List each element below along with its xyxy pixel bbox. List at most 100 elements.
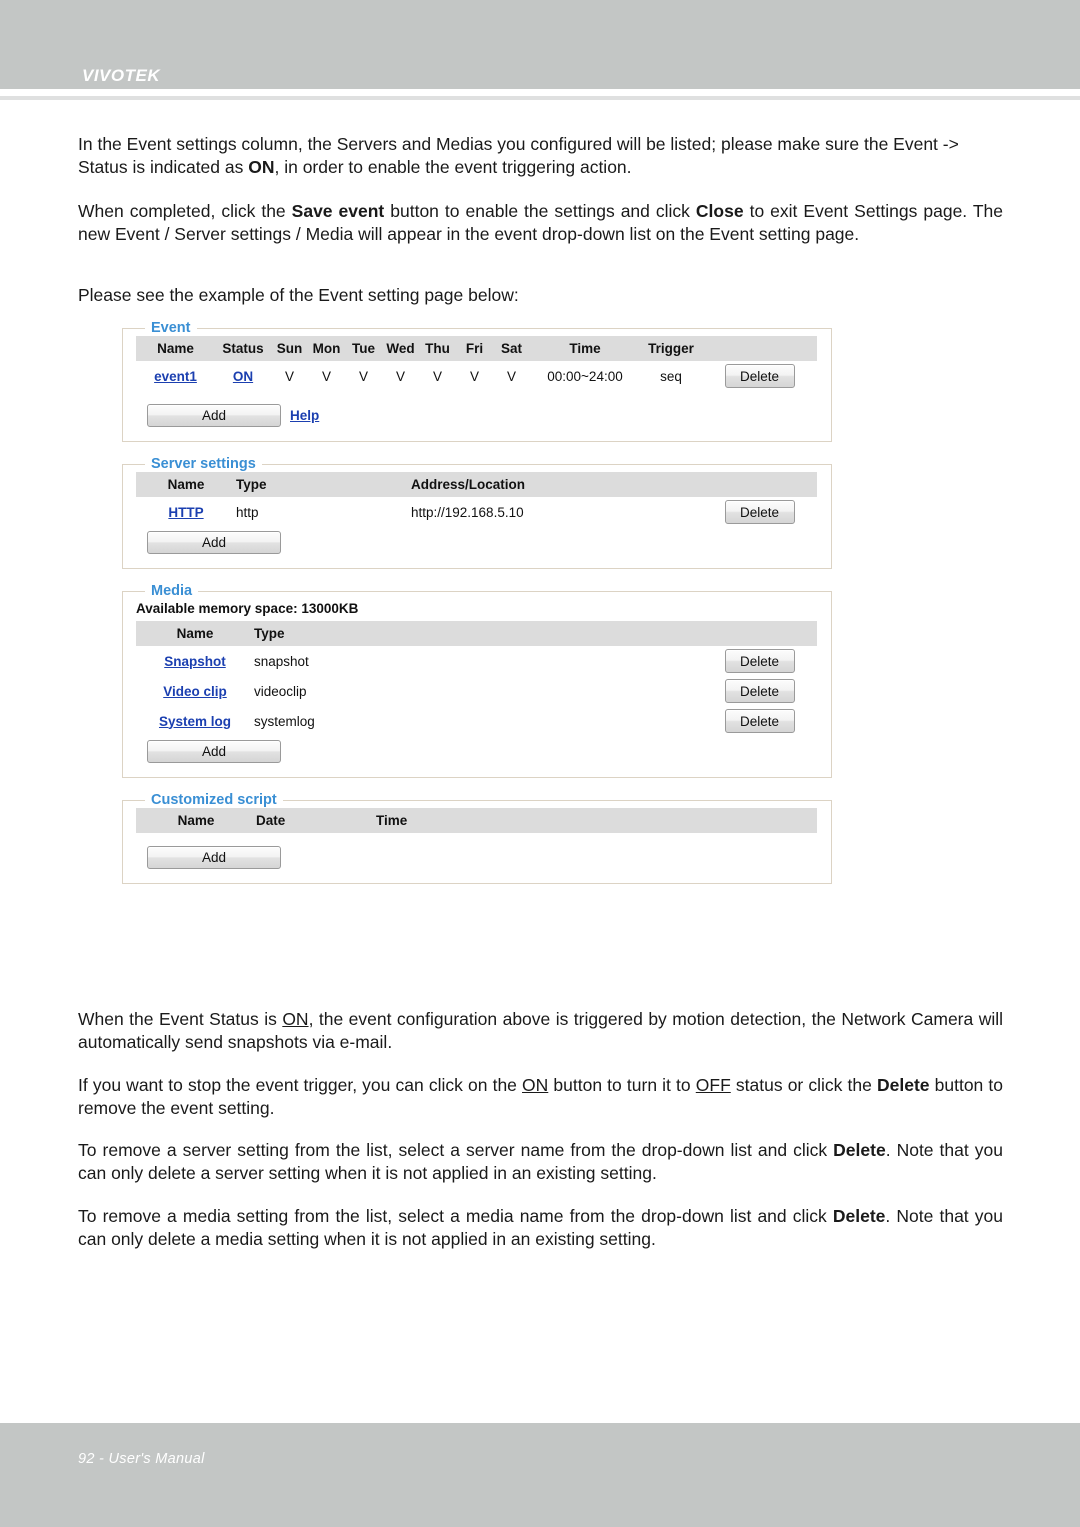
table-row: HTTP http http://192.168.5.10 Delete [136, 497, 817, 527]
event-col-mon: Mon [308, 336, 345, 361]
para5-delete-emphasis: Delete [876, 1075, 930, 1095]
event-col-fri: Fri [456, 336, 493, 361]
para2-text-b: button to enable the settings and click [384, 201, 696, 221]
paragraph-event-status-on: When the Event Status is ON, the event c… [78, 1008, 1003, 1053]
media-name-link-snapshot[interactable]: Snapshot [164, 654, 226, 669]
brand-logo: VIVOTEK [82, 66, 161, 85]
event-col-name: Name [136, 336, 215, 361]
media-delete-button-system-log[interactable]: Delete [724, 709, 795, 733]
para5-text-b: button to turn it to [548, 1075, 696, 1095]
media-type-value-system-log: systemlog [254, 713, 315, 729]
event-wed-value: V [395, 368, 405, 384]
event-status-toggle-link[interactable]: ON [233, 369, 253, 384]
page-header-band: VIVOTEK [0, 0, 1080, 89]
server-name-link[interactable]: HTTP [168, 505, 203, 520]
customized-script-table: Name Date Time [136, 808, 817, 833]
server-col-type: Type [236, 472, 411, 497]
para6-delete-emphasis: Delete [833, 1140, 886, 1160]
customized-script-panel-legend: Customized script [151, 792, 277, 808]
script-col-name: Name [136, 808, 256, 833]
server-col-address: Address/Location [411, 472, 702, 497]
event-col-time: Time [530, 336, 640, 361]
table-row: event1 ON V V V V V V V 00:00~24:00 seq … [136, 361, 817, 391]
table-row: Snapshot snapshot Delete [136, 646, 817, 676]
para5-on-underline: ON [522, 1075, 549, 1095]
server-delete-button[interactable]: Delete [724, 500, 795, 524]
available-memory-space-label: Available memory space: 13000KB [136, 601, 359, 616]
event-setting-page-figure: Event Name Status Sun Mon Tue Wed Thu Fr… [122, 320, 832, 898]
media-delete-button-snapshot[interactable]: Delete [724, 649, 795, 673]
server-add-button[interactable]: Add [147, 531, 281, 554]
event-sun-value: V [284, 368, 294, 384]
server-col-name: Name [136, 472, 236, 497]
event-time-value: 00:00~24:00 [547, 368, 623, 384]
header-divider-rule [0, 96, 1080, 100]
event-panel: Event Name Status Sun Mon Tue Wed Thu Fr… [122, 320, 832, 442]
paragraph-stop-event-trigger: If you want to stop the event trigger, y… [78, 1074, 1003, 1119]
event-col-tue: Tue [345, 336, 382, 361]
para5-text-c: status or click the [730, 1075, 877, 1095]
event-col-thu: Thu [419, 336, 456, 361]
paragraph-save-event-instructions: When completed, click the Save event but… [78, 200, 1003, 245]
media-col-name: Name [136, 621, 254, 646]
media-delete-button-video-clip[interactable]: Delete [724, 679, 795, 703]
event-add-button[interactable]: Add [147, 404, 281, 427]
customized-script-panel-actions: Add [136, 833, 818, 869]
event-table: Name Status Sun Mon Tue Wed Thu Fri Sat … [136, 336, 817, 391]
paragraph-example-lead-in: Please see the example of the Event sett… [78, 285, 519, 305]
server-panel-actions: Add [136, 527, 818, 554]
server-settings-table: Name Type Address/Location HTTP http htt… [136, 472, 817, 527]
paragraph-remove-media-setting: To remove a media setting from the list,… [78, 1205, 1003, 1250]
paragraph-event-settings-intro: In the Event settings column, the Server… [78, 133, 1003, 178]
media-panel: Media Available memory space: 13000KB Na… [122, 583, 832, 778]
event-panel-legend: Event [151, 320, 191, 336]
para2-text-a: When completed, click the [78, 201, 292, 221]
media-type-value-video-clip: videoclip [254, 683, 307, 699]
event-trigger-value: seq [660, 368, 682, 384]
event-col-wed: Wed [382, 336, 419, 361]
script-col-time: Time [376, 808, 817, 833]
table-row: System log systemlog Delete [136, 706, 817, 736]
event-fri-value: V [469, 368, 479, 384]
event-table-header-row: Name Status Sun Mon Tue Wed Thu Fri Sat … [136, 336, 817, 361]
event-tue-value: V [358, 368, 368, 384]
customized-script-panel: Customized script Name Date Time Add [122, 792, 832, 884]
event-col-status: Status [215, 336, 271, 361]
event-col-sun: Sun [271, 336, 308, 361]
customized-script-add-button[interactable]: Add [147, 846, 281, 869]
media-col-type: Type [254, 621, 702, 646]
paragraph-remove-server-setting: To remove a server setting from the list… [78, 1139, 1003, 1184]
server-table-header-row: Name Type Address/Location [136, 472, 817, 497]
para4-text-a: When the Event Status is [78, 1009, 283, 1029]
event-panel-actions: Add Help [136, 391, 818, 427]
para2-save-event-emphasis: Save event [291, 201, 385, 221]
media-name-link-system-log[interactable]: System log [159, 714, 231, 729]
media-add-button[interactable]: Add [147, 740, 281, 763]
para1-on-emphasis: ON [248, 156, 275, 177]
event-panel-body: Name Status Sun Mon Tue Wed Thu Fri Sat … [123, 336, 831, 427]
event-help-link[interactable]: Help [290, 408, 319, 423]
media-panel-body: Available memory space: 13000KB Name Typ… [123, 599, 831, 763]
para5-off-underline: OFF [695, 1075, 731, 1095]
server-settings-panel-legend: Server settings [151, 456, 256, 472]
table-row: Video clip videoclip Delete [136, 676, 817, 706]
event-name-link[interactable]: event1 [154, 369, 197, 384]
media-table-header-row: Name Type [136, 621, 817, 646]
para7-text-a: To remove a media setting from the list,… [78, 1206, 833, 1226]
para2-close-emphasis: Close [695, 201, 744, 221]
event-delete-button[interactable]: Delete [724, 364, 795, 388]
server-address-value: http://192.168.5.10 [411, 504, 524, 520]
server-col-actions [702, 472, 817, 497]
customized-script-panel-body: Name Date Time Add [123, 808, 831, 869]
media-panel-actions: Add [136, 736, 818, 763]
script-col-date: Date [256, 808, 376, 833]
event-thu-value: V [432, 368, 442, 384]
server-settings-panel-body: Name Type Address/Location HTTP http htt… [123, 472, 831, 554]
media-name-link-video-clip[interactable]: Video clip [163, 684, 227, 699]
event-sat-value: V [506, 368, 516, 384]
para1-text-b: , in order to enable the event triggerin… [274, 156, 632, 177]
server-type-value: http [236, 504, 259, 520]
media-table: Name Type Snapshot snapshot Delete Video… [136, 621, 817, 736]
media-panel-legend: Media [151, 583, 193, 599]
para6-text-a: To remove a server setting from the list… [78, 1140, 834, 1160]
